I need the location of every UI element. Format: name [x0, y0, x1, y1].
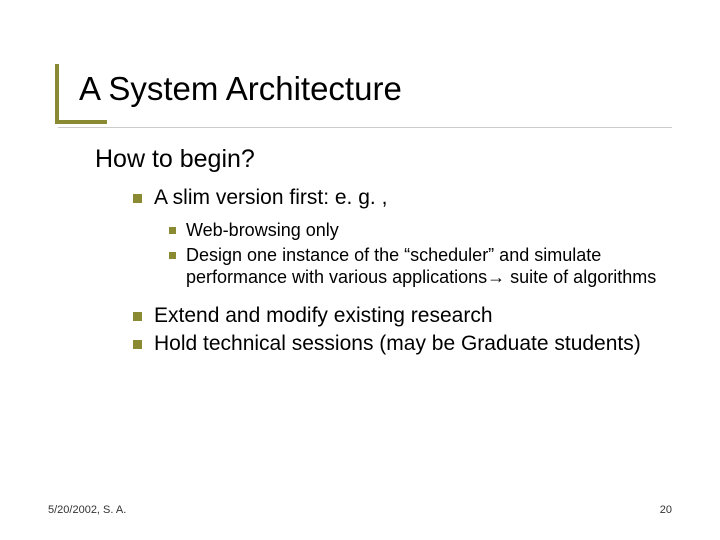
bullet-text: A slim version first: e. g. ,	[154, 185, 665, 211]
list-item: How to begin? A slim version first: e. g…	[95, 144, 665, 358]
list-item: Extend and modify existing research	[133, 303, 665, 329]
footer-page-number: 20	[660, 504, 672, 516]
footer-date-author: 5/20/2002, S. A.	[48, 504, 126, 516]
bullet-list-lvl1: How to begin? A slim version first: e. g…	[95, 144, 665, 358]
bullet-text: Web-browsing only	[186, 219, 665, 242]
accent-vertical-bar	[55, 64, 59, 120]
bullet-square-icon	[133, 340, 142, 349]
bullet-list-lvl2: A slim version first: e. g. , Web-browsi…	[133, 185, 665, 289]
list-item: Hold technical sessions (may be Graduate…	[133, 331, 665, 357]
list-item: Web-browsing only	[169, 219, 665, 242]
bullet-text: Design one instance of the “scheduler” a…	[186, 244, 665, 289]
title-block: A System Architecture	[79, 70, 665, 116]
title-underline	[58, 127, 672, 128]
slide: A System Architecture How to begin? A sl…	[0, 0, 720, 540]
bullet-text: Extend and modify existing research	[154, 303, 665, 329]
bullet-square-icon	[133, 194, 142, 203]
bullet-text: Hold technical sessions (may be Graduate…	[154, 331, 665, 357]
bullet-text: How to begin?	[95, 144, 665, 175]
bullet-square-icon	[133, 312, 142, 321]
list-item: A slim version first: e. g. , Web-browsi…	[133, 185, 665, 289]
accent-horizontal-bar	[55, 120, 107, 124]
footer: 5/20/2002, S. A. 20	[48, 504, 672, 516]
slide-title: A System Architecture	[79, 70, 665, 116]
bullet-list-lvl3: Web-browsing only Design one instance of…	[169, 219, 665, 289]
slide-body: How to begin? A slim version first: e. g…	[95, 144, 665, 358]
list-item: Design one instance of the “scheduler” a…	[169, 244, 665, 289]
bullet-square-icon	[169, 252, 176, 259]
bullet-square-icon	[169, 227, 176, 234]
bullet-list-lvl2: Extend and modify existing research Hold…	[133, 303, 665, 358]
